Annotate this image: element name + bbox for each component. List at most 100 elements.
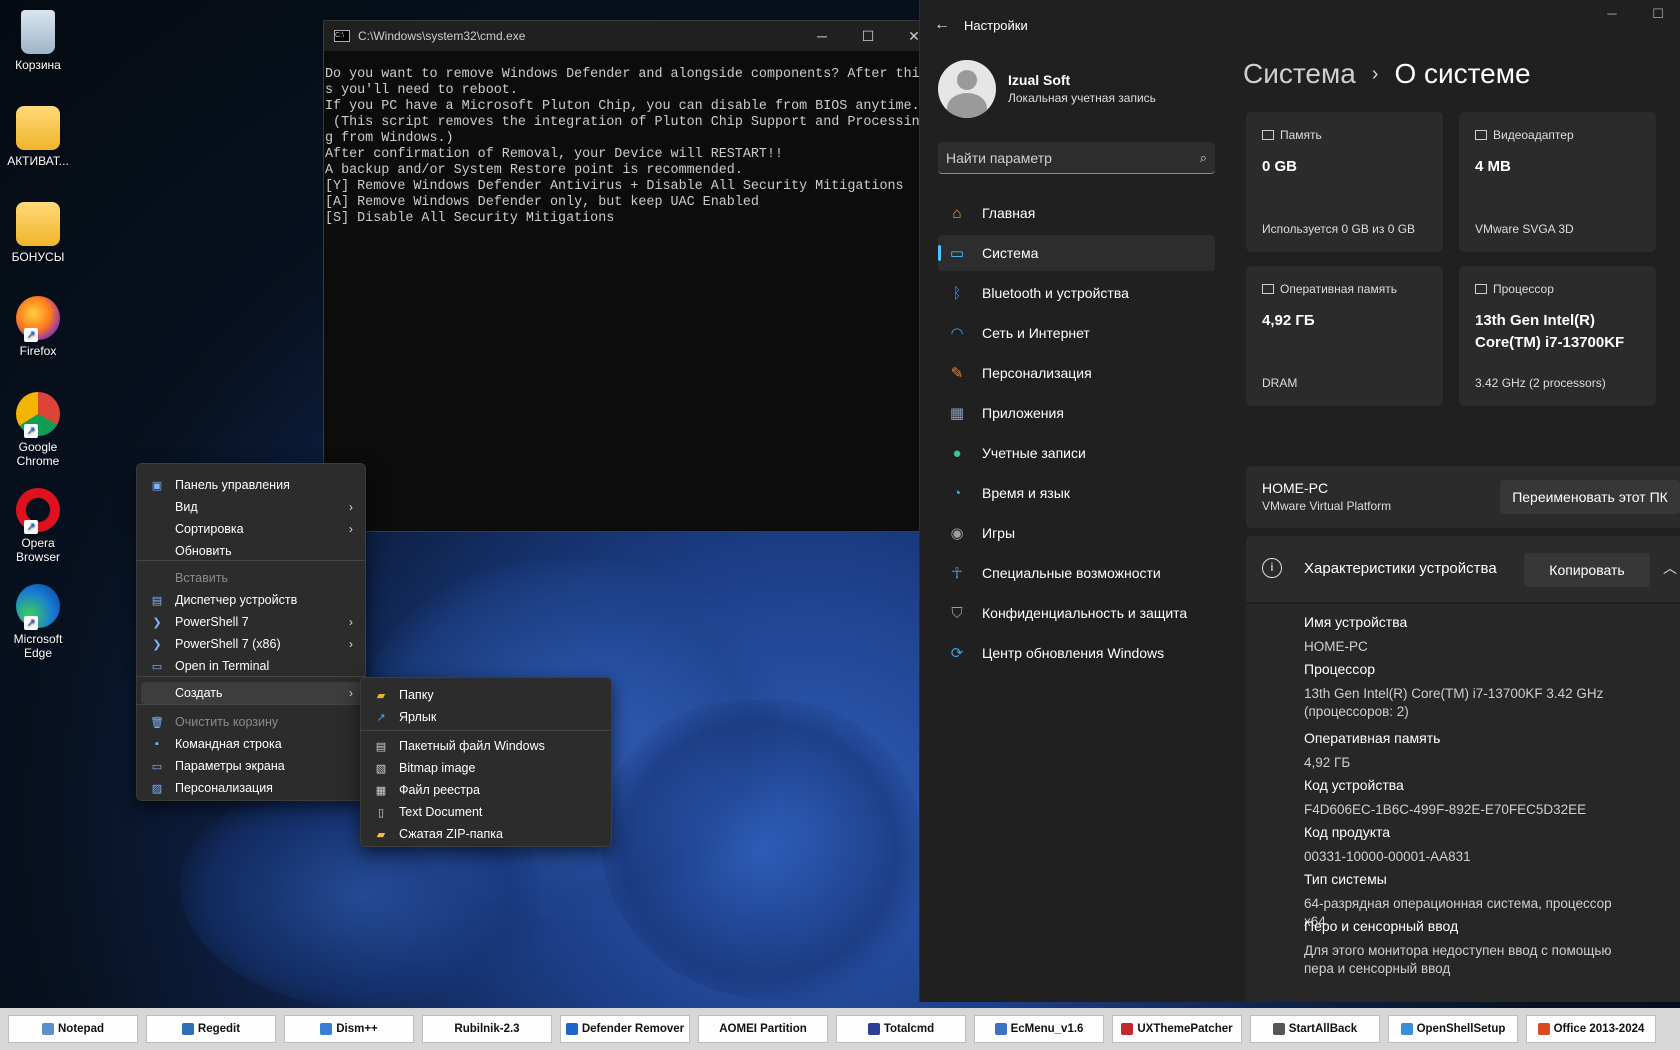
taskbar-button-12[interactable]: Office 2013-2024 (1526, 1015, 1656, 1043)
nav-item-time-language[interactable]: ◔ Время и язык (938, 475, 1215, 511)
taskbar-button-3[interactable]: Dism++ (284, 1015, 414, 1043)
taskbar-button-6[interactable]: AOMEI Partition (698, 1015, 828, 1043)
submenu-item-registry-file[interactable]: ▦ Файл реестра (365, 779, 585, 801)
ram-card[interactable]: Оперативная память 4,92 ГБ DRAM (1246, 266, 1443, 406)
chevron-right-icon: › (349, 522, 353, 536)
submenu-item-folder[interactable]: ▰ Папку (365, 684, 585, 706)
gpu-card[interactable]: Видеоадаптер 4 MB VMware SVGA 3D (1459, 112, 1656, 252)
desktop-icon-folder[interactable]: БОНУСЫ (4, 202, 72, 264)
taskbar-button-8[interactable]: EcMenu_v1.6 (974, 1015, 1104, 1043)
minimize-icon[interactable]: ─ (799, 28, 845, 45)
nav-item-shield[interactable]: ⛉ Конфиденциальность и защита (938, 595, 1215, 631)
nav-item-update[interactable]: ⟳ Центр обновления Windows (938, 635, 1215, 671)
cmd-icon: C:\ (334, 30, 350, 42)
taskbar-button-10[interactable]: StartAllBack (1250, 1015, 1380, 1043)
taskbar-button-7[interactable]: Totalcmd (836, 1015, 966, 1043)
taskbar-button-label: StartAllBack (1288, 1023, 1358, 1035)
menu-item-3[interactable]: Сортировка › (141, 518, 361, 540)
cmd-line: s you'll need to reboot. (325, 83, 518, 98)
cmd-line: g from Windows.) (325, 131, 454, 146)
taskbar-button-9[interactable]: UXThemePatcher (1112, 1015, 1242, 1043)
taskbar-button-2[interactable]: Regedit (146, 1015, 276, 1043)
taskbar-button-label: Dism++ (336, 1023, 378, 1035)
taskbar-button-11[interactable]: OpenShellSetup (1388, 1015, 1518, 1043)
spec-value[interactable]: 4,92 ГБ (1304, 754, 1634, 772)
card-sub: DRAM (1262, 376, 1298, 390)
shield-icon (565, 1023, 578, 1035)
avatar[interactable] (938, 60, 996, 118)
taskbar-button-5[interactable]: Defender Remover (560, 1015, 690, 1043)
taskbar-button-1[interactable]: Notepad (8, 1015, 138, 1043)
nav-item-gamepad[interactable]: ◉ Игры (938, 515, 1215, 551)
menu-item-8[interactable]: ❯ PowerShell 7 (x86) › (141, 633, 361, 655)
nav-item-home[interactable]: ⌂ Главная (938, 195, 1215, 231)
back-arrow-icon[interactable]: ← (920, 16, 964, 34)
submenu-item-label: Text Document (399, 805, 483, 819)
submenu-item-text-document[interactable]: ▯ Text Document (365, 801, 585, 823)
submenu-item-zip-folder[interactable]: ▰ Сжатая ZIP-папка (365, 823, 585, 845)
cpu-card[interactable]: Процессор 13th Gen Intel(R) Core(TM) i7-… (1459, 266, 1656, 406)
card-label: Процессор (1493, 282, 1554, 296)
desktop-icon-opera[interactable]: ↗ Opera Browser (4, 488, 72, 564)
cmd-line: [Y] Remove Windows Defender Antivirus + … (325, 179, 904, 194)
desktop-icon-chrome[interactable]: ↗ Google Chrome (4, 392, 72, 468)
spec-value[interactable]: HOME-PC (1304, 638, 1634, 656)
powershell-icon: ❯ (152, 616, 162, 629)
submenu-item-bitmap[interactable]: ▧ Bitmap image (365, 757, 585, 779)
card-value: 13th Gen Intel(R) Core(TM) i7-13700KF (1475, 312, 1625, 351)
menu-item-10[interactable]: Создать › (141, 682, 361, 704)
menu-item-4[interactable]: Обновить (141, 540, 361, 562)
bitmap-icon: ▧ (375, 762, 387, 775)
spec-value[interactable]: 00331-10000-00001-AA831 (1304, 848, 1634, 866)
maximize-icon[interactable]: ☐ (1635, 6, 1680, 22)
device-specs-header[interactable]: i Характеристики устройства Копировать ︿ (1246, 536, 1680, 602)
desktop-icon-label: Корзина (15, 58, 61, 72)
search-input[interactable]: Найти параметр ⌕ (938, 142, 1215, 174)
maximize-icon[interactable]: ☐ (845, 28, 891, 45)
cmd-line: (This script removes the integration of … (325, 115, 920, 130)
menu-item-12[interactable]: ▪ Командная строка (141, 733, 361, 755)
nav-item-system[interactable]: ▭ Система (938, 235, 1215, 271)
taskbar-button-label: Notepad (58, 1023, 104, 1035)
menu-icon (994, 1023, 1007, 1035)
desktop-icon-recycle-bin[interactable]: Корзина (4, 10, 72, 72)
cmd-titlebar[interactable]: C:\ C:\Windows\system32\cmd.exe ─ ☐ ✕ (324, 21, 937, 51)
nav-item-apps[interactable]: ▦ Приложения (938, 395, 1215, 431)
nav-item-wifi[interactable]: ◠ Сеть и Интернет (938, 315, 1215, 351)
storage-card[interactable]: Память 0 GB Используется 0 GB из 0 GB (1246, 112, 1443, 252)
cmd-window[interactable]: C:\ C:\Windows\system32\cmd.exe ─ ☐ ✕ Do… (323, 20, 938, 532)
spec-value[interactable]: 13th Gen Intel(R) Core(TM) i7-13700KF 3.… (1304, 685, 1634, 721)
nav-item-accessibility[interactable]: ☥ Специальные возможности (938, 555, 1215, 591)
menu-item-7[interactable]: ❯ PowerShell 7 › (141, 611, 361, 633)
minimize-icon[interactable]: ─ (1589, 6, 1635, 22)
shortcut-arrow-icon: ↗ (24, 520, 38, 534)
cmd-line: After confirmation of Removal, your Devi… (325, 147, 784, 162)
desktop-icon-folder[interactable]: АКТИВАТ... (4, 106, 72, 168)
cmd-output[interactable]: Do you want to remove Windows Defender a… (324, 51, 937, 227)
spec-value[interactable]: F4D606EC-1B6C-499F-892E-E70FEC5D32EE (1304, 801, 1634, 819)
menu-item-2[interactable]: Вид › (141, 496, 361, 518)
regedit-icon (181, 1023, 194, 1035)
copy-button[interactable]: Копировать (1524, 553, 1650, 587)
submenu-item-batch-file[interactable]: ▤ Пакетный файл Windows (365, 735, 585, 757)
nav-item-brush[interactable]: ✎ Персонализация (938, 355, 1215, 391)
submenu-item-shortcut[interactable]: ↗ Ярлык (365, 706, 585, 728)
menu-item-14[interactable]: ▨ Персонализация (141, 777, 361, 799)
menu-item-1[interactable]: ▣ Панель управления (141, 474, 361, 496)
menu-item-6[interactable]: ▤ Диспетчер устройств (141, 589, 361, 611)
menu-item-9[interactable]: ▭ Open in Terminal (141, 655, 361, 677)
desktop-icon-firefox[interactable]: ↗ Firefox (4, 296, 72, 358)
search-icon[interactable]: ⌕ (1200, 150, 1207, 166)
taskbar-button-4[interactable]: Rubilnik-2.3 (422, 1015, 552, 1043)
nav-item-bluetooth[interactable]: ᛒ Bluetooth и устройства (938, 275, 1215, 311)
spec-value[interactable]: Для этого монитора недоступен ввод с пом… (1304, 942, 1634, 978)
desktop-icon-edge[interactable]: ↗ Microsoft Edge (4, 584, 72, 660)
chevron-up-icon[interactable]: ︿ (1663, 558, 1677, 578)
nav-item-label: Игры (982, 525, 1016, 541)
breadcrumb-parent[interactable]: Система (1243, 58, 1356, 90)
menu-item-13[interactable]: ▭ Параметры экрана (141, 755, 361, 777)
rename-pc-button[interactable]: Переименовать этот ПК (1500, 480, 1680, 514)
storage-icon (1262, 130, 1274, 140)
nav-item-accounts[interactable]: ● Учетные записи (938, 435, 1215, 471)
taskbar-button-label: Rubilnik-2.3 (454, 1023, 520, 1035)
